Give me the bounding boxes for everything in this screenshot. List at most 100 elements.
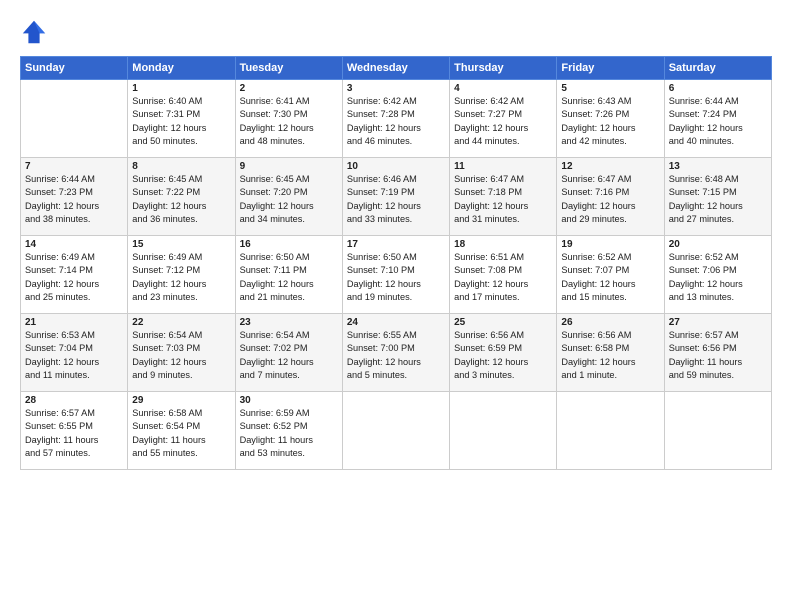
cell-line: and 38 minutes. bbox=[25, 214, 90, 224]
cell-line: Daylight: 12 hours bbox=[25, 279, 99, 289]
calendar-cell: 16Sunrise: 6:50 AMSunset: 7:11 PMDayligh… bbox=[235, 236, 342, 314]
cell-line: and 44 minutes. bbox=[454, 136, 519, 146]
cell-line: Sunrise: 6:52 AM bbox=[669, 252, 739, 262]
cell-content: Sunrise: 6:55 AMSunset: 7:00 PMDaylight:… bbox=[347, 329, 445, 382]
cell-line: Daylight: 12 hours bbox=[25, 201, 99, 211]
cell-line: Daylight: 12 hours bbox=[132, 123, 206, 133]
cell-line: and 46 minutes. bbox=[347, 136, 412, 146]
logo-icon bbox=[20, 18, 48, 46]
cell-line: Sunset: 6:52 PM bbox=[240, 421, 308, 431]
calendar-cell bbox=[342, 392, 449, 470]
cell-line: Daylight: 12 hours bbox=[240, 279, 314, 289]
calendar-cell: 1Sunrise: 6:40 AMSunset: 7:31 PMDaylight… bbox=[128, 80, 235, 158]
day-number: 9 bbox=[240, 161, 338, 172]
cell-content: Sunrise: 6:58 AMSunset: 6:54 PMDaylight:… bbox=[132, 407, 230, 460]
cell-content: Sunrise: 6:46 AMSunset: 7:19 PMDaylight:… bbox=[347, 173, 445, 226]
cell-line: Sunrise: 6:48 AM bbox=[669, 174, 739, 184]
cell-content: Sunrise: 6:48 AM Sunset: 7:15 PM Daylight:… bbox=[669, 173, 767, 226]
cell-line: Sunrise: 6:49 AM bbox=[132, 252, 202, 262]
week-row-4: 21Sunrise: 6:53 AMSunset: 7:04 PMDayligh… bbox=[21, 314, 772, 392]
calendar-cell: 20Sunrise: 6:52 AMSunset: 7:06 PMDayligh… bbox=[664, 236, 771, 314]
calendar-cell: 19Sunrise: 6:52 AMSunset: 7:07 PMDayligh… bbox=[557, 236, 664, 314]
cell-line: and 3 minutes. bbox=[454, 370, 514, 380]
cell-line: Sunset: 6:56 PM bbox=[669, 343, 737, 353]
day-number: 27 bbox=[669, 317, 767, 328]
cell-content: Sunrise: 6:49 AMSunset: 7:12 PMDaylight:… bbox=[132, 251, 230, 304]
cell-line: Daylight: 12 hours bbox=[454, 279, 528, 289]
cell-content: Sunrise: 6:45 AMSunset: 7:20 PMDaylight:… bbox=[240, 173, 338, 226]
cell-line: Sunset: 7:12 PM bbox=[132, 265, 200, 275]
cell-content: Sunrise: 6:50 AM Sunset: 7:11 PM Daylight:… bbox=[240, 251, 338, 304]
cell-line: Sunrise: 6:43 AM bbox=[561, 96, 631, 106]
day-number: 10 bbox=[347, 161, 445, 172]
header-cell-monday: Monday bbox=[128, 57, 235, 80]
cell-line: Sunrise: 6:53 AM bbox=[25, 330, 95, 340]
cell-content: Sunrise: 6:57 AMSunset: 6:56 PMDaylight:… bbox=[669, 329, 767, 382]
day-number: 21 bbox=[25, 317, 123, 328]
cell-content: Sunrise: 6:52 AMSunset: 7:07 PMDaylight:… bbox=[561, 251, 659, 304]
cell-line: and 57 minutes. bbox=[25, 448, 90, 458]
day-number: 17 bbox=[347, 239, 445, 250]
cell-line: Daylight: 11 hours bbox=[240, 435, 313, 445]
cell-line: Sunrise: 6:49 AM bbox=[25, 252, 95, 262]
cell-content: Sunrise: 6:54 AMSunset: 7:03 PMDaylight:… bbox=[132, 329, 230, 382]
cell-line: Daylight: 12 hours bbox=[347, 357, 421, 367]
cell-line: and 25 minutes. bbox=[25, 292, 90, 302]
cell-line: Sunset: 7:30 PM bbox=[240, 109, 308, 119]
week-row-2: 7 Sunrise: 6:44 AM Sunset: 7:23 PM Daylight… bbox=[21, 158, 772, 236]
cell-line: and 21 minutes. bbox=[240, 292, 305, 302]
calendar-cell bbox=[21, 80, 128, 158]
cell-line: Sunset: 7:07 PM bbox=[561, 265, 629, 275]
cell-line: Sunset: 7:26 PM bbox=[561, 109, 629, 119]
day-number: 5 bbox=[561, 83, 659, 94]
calendar-cell: 18Sunrise: 6:51 AMSunset: 7:08 PMDayligh… bbox=[450, 236, 557, 314]
calendar-cell: 26Sunrise: 6:56 AMSunset: 6:58 PMDayligh… bbox=[557, 314, 664, 392]
cell-line: and 53 minutes. bbox=[240, 448, 305, 458]
calendar-cell: 4Sunrise: 6:42 AMSunset: 7:27 PMDaylight… bbox=[450, 80, 557, 158]
cell-line: Sunrise: 6:45 AM bbox=[132, 174, 202, 184]
cell-line: Sunset: 7:15 PM bbox=[669, 187, 737, 197]
calendar-cell bbox=[664, 392, 771, 470]
cell-line: Daylight: 12 hours bbox=[347, 123, 421, 133]
cell-line: Sunrise: 6:44 AM bbox=[25, 174, 95, 184]
cell-line: Sunrise: 6:50 AM bbox=[240, 252, 310, 262]
cell-line: Sunset: 7:06 PM bbox=[669, 265, 737, 275]
cell-line: and 13 minutes. bbox=[669, 292, 734, 302]
cell-line: Daylight: 12 hours bbox=[669, 201, 743, 211]
calendar-cell: 11Sunrise: 6:47 AMSunset: 7:18 PMDayligh… bbox=[450, 158, 557, 236]
cell-line: Sunset: 7:03 PM bbox=[132, 343, 200, 353]
cell-line: Sunset: 7:24 PM bbox=[669, 109, 737, 119]
cell-line: and 9 minutes. bbox=[132, 370, 192, 380]
logo bbox=[20, 18, 52, 46]
cell-content: Sunrise: 6:59 AMSunset: 6:52 PMDaylight:… bbox=[240, 407, 338, 460]
week-row-5: 28Sunrise: 6:57 AMSunset: 6:55 PMDayligh… bbox=[21, 392, 772, 470]
cell-line: Daylight: 12 hours bbox=[347, 279, 421, 289]
cell-line: and 50 minutes. bbox=[132, 136, 197, 146]
cell-content: Sunrise: 6:54 AMSunset: 7:02 PMDaylight:… bbox=[240, 329, 338, 382]
cell-line: and 33 minutes. bbox=[347, 214, 412, 224]
cell-line: and 55 minutes. bbox=[132, 448, 197, 458]
calendar-cell: 29Sunrise: 6:58 AMSunset: 6:54 PMDayligh… bbox=[128, 392, 235, 470]
day-number: 22 bbox=[132, 317, 230, 328]
cell-line: Sunset: 7:22 PM bbox=[132, 187, 200, 197]
cell-line: Daylight: 12 hours bbox=[561, 279, 635, 289]
cell-line: Sunset: 7:11 PM bbox=[240, 265, 307, 275]
cell-line: Daylight: 12 hours bbox=[240, 123, 314, 133]
cell-content: Sunrise: 6:56 AMSunset: 6:58 PMDaylight:… bbox=[561, 329, 659, 382]
cell-line: Sunrise: 6:46 AM bbox=[347, 174, 417, 184]
cell-line: and 27 minutes. bbox=[669, 214, 734, 224]
day-number: 7 bbox=[25, 161, 123, 172]
calendar-cell: 17Sunrise: 6:50 AMSunset: 7:10 PMDayligh… bbox=[342, 236, 449, 314]
day-number: 30 bbox=[240, 395, 338, 406]
cell-line: Sunrise: 6:54 AM bbox=[132, 330, 202, 340]
cell-content: Sunrise: 6:47 AMSunset: 7:18 PMDaylight:… bbox=[454, 173, 552, 226]
cell-content: Sunrise: 6:42 AMSunset: 7:27 PMDaylight:… bbox=[454, 95, 552, 148]
cell-line: Daylight: 12 hours bbox=[454, 201, 528, 211]
cell-line: Sunset: 7:23 PM bbox=[25, 187, 93, 197]
calendar-cell: 22Sunrise: 6:54 AMSunset: 7:03 PMDayligh… bbox=[128, 314, 235, 392]
cell-line: and 15 minutes. bbox=[561, 292, 626, 302]
day-number: 3 bbox=[347, 83, 445, 94]
calendar-table: SundayMondayTuesdayWednesdayThursdayFrid… bbox=[20, 56, 772, 470]
cell-line: and 31 minutes. bbox=[454, 214, 519, 224]
cell-line: and 17 minutes. bbox=[454, 292, 519, 302]
